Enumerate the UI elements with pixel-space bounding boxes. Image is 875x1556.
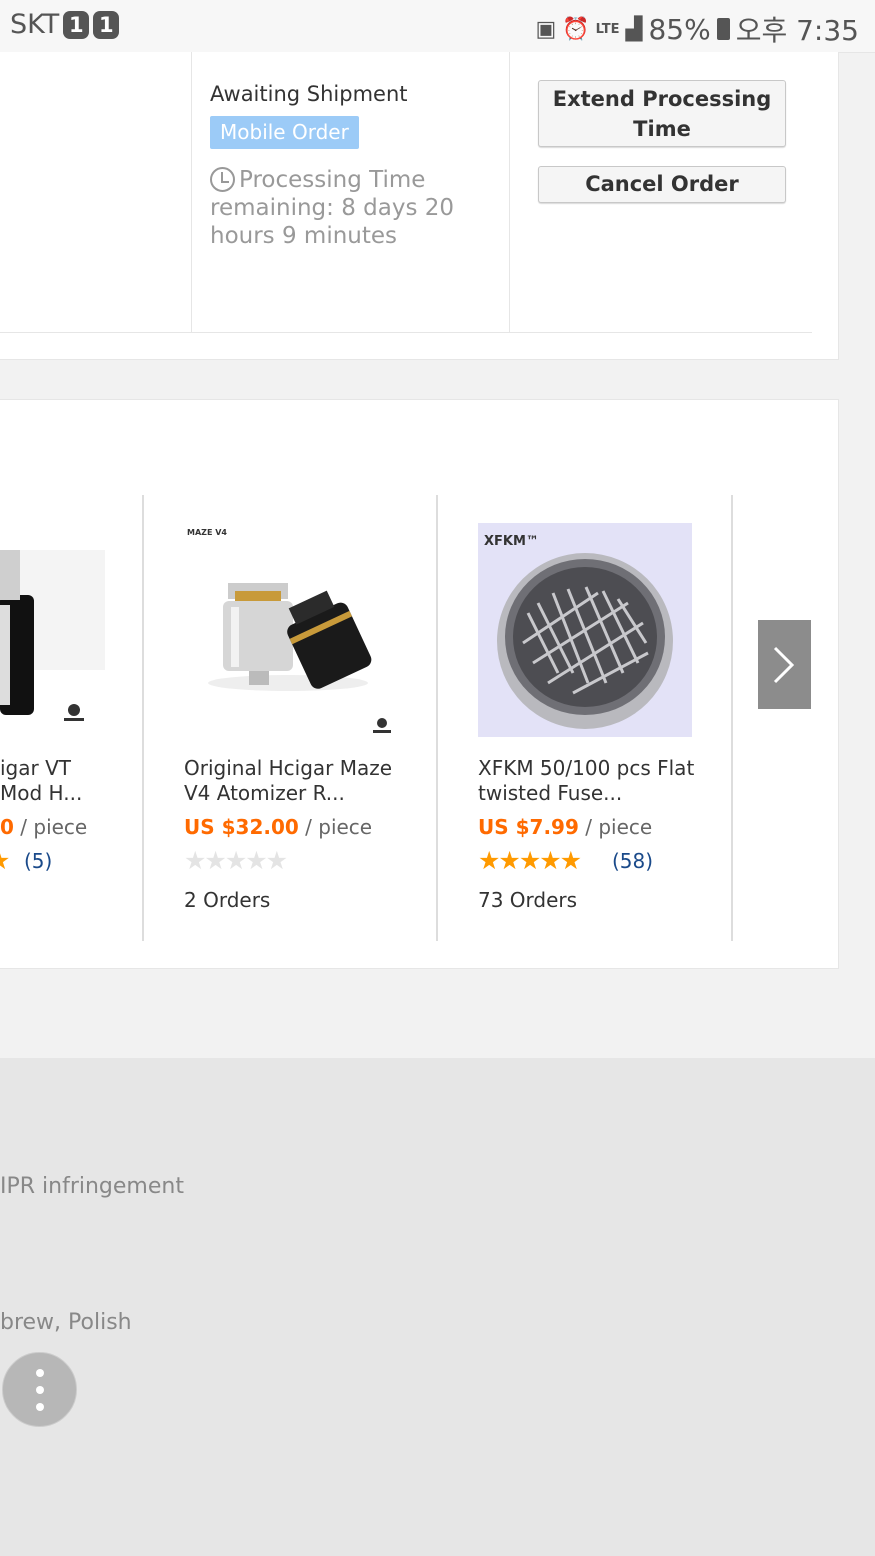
row-divider [0, 332, 812, 333]
more-vertical-icon [36, 1369, 44, 1377]
order-count: 2 Orders [184, 888, 271, 912]
product-title[interactable]: Original Hcigar Maze V4 Atomizer R... [184, 756, 424, 806]
more-menu-button[interactable] [2, 1352, 77, 1427]
carrier-info: SKT 1 1 [10, 9, 120, 40]
mobile-order-badge: Mobile Order [210, 116, 359, 149]
processing-time-text: Processing Time remaining: 8 days 20 hou… [210, 167, 455, 249]
product-price: US $7.99 / piece [478, 815, 652, 839]
battery-percent: 85% [648, 12, 711, 46]
rating-count[interactable]: (58) [612, 849, 653, 873]
product-divider [436, 495, 438, 941]
rating-stars: ★★★★★ [478, 846, 582, 875]
price-unit: / piece [20, 815, 88, 839]
battery-icon [716, 18, 730, 40]
price-unit: / piece [305, 815, 373, 839]
product-divider [142, 495, 144, 941]
rating-stars: ★★★★★ [184, 846, 288, 875]
product-title-line: Mod H... [0, 781, 83, 805]
recommended-products: igar VT Mod H... 0 / piece ★ (5) MAZE V4 [0, 399, 839, 969]
lte-icon: LTE [595, 21, 620, 37]
sim1-icon: 1 [63, 10, 90, 39]
alarm-icon: ⏰ [562, 16, 590, 42]
product-image[interactable] [0, 550, 105, 730]
product-divider [731, 495, 733, 941]
product-price: 0 / piece [0, 815, 87, 839]
carousel-next-button[interactable] [758, 620, 811, 709]
carrier-name: SKT [10, 9, 60, 40]
more-vertical-icon [36, 1403, 44, 1411]
chevron-right-icon [773, 646, 795, 684]
ipr-infringement-link[interactable]: IPR infringement [0, 1174, 184, 1199]
rating-count[interactable]: (5) [24, 849, 52, 873]
processing-time: Processing Time remaining: 8 days 20 hou… [210, 166, 510, 250]
rating-stars: ★ [0, 846, 10, 875]
price-unit: / piece [585, 815, 653, 839]
battery-saver-icon: ▣ [535, 16, 557, 42]
price-amount: 0 [0, 815, 14, 839]
price-amount: US $7.99 [478, 815, 579, 839]
order-count: 73 Orders [478, 888, 578, 912]
order-status: Awaiting Shipment [210, 82, 408, 106]
order-card: Awaiting Shipment Mobile Order Processin… [0, 52, 839, 360]
cancel-order-button[interactable]: Cancel Order [538, 166, 786, 203]
product-title[interactable]: igar VT Mod H... [0, 756, 82, 806]
status-bar: SKT 1 1 ▣ ⏰ LTE ▟ 85% 오후 7:35 [0, 0, 875, 53]
column-divider [191, 52, 192, 332]
svg-text:MAZE V4: MAZE V4 [187, 528, 227, 537]
sim2-icon: 1 [93, 10, 120, 39]
product-price: US $32.00 / piece [184, 815, 372, 839]
product-image[interactable]: XFKM™ [478, 523, 692, 737]
product-image[interactable]: MAZE V4 [183, 523, 398, 738]
status-icons: ▣ ⏰ LTE ▟ 85% 오후 7:35 [535, 9, 859, 49]
clock-icon [210, 167, 235, 192]
languages-list[interactable]: brew, Polish [0, 1310, 132, 1335]
signal-icon: ▟ [625, 16, 643, 42]
clock-time: 오후 7:35 [735, 14, 859, 47]
site-footer [0, 1058, 875, 1556]
price-amount: US $32.00 [184, 815, 299, 839]
extend-processing-time-button[interactable]: Extend Processing Time [538, 80, 786, 147]
product-title[interactable]: XFKM 50/100 pcs Flat twisted Fuse... [478, 756, 718, 806]
more-vertical-icon [36, 1386, 44, 1394]
svg-text:XFKM™: XFKM™ [484, 534, 539, 549]
product-title-line: igar VT [0, 756, 71, 780]
